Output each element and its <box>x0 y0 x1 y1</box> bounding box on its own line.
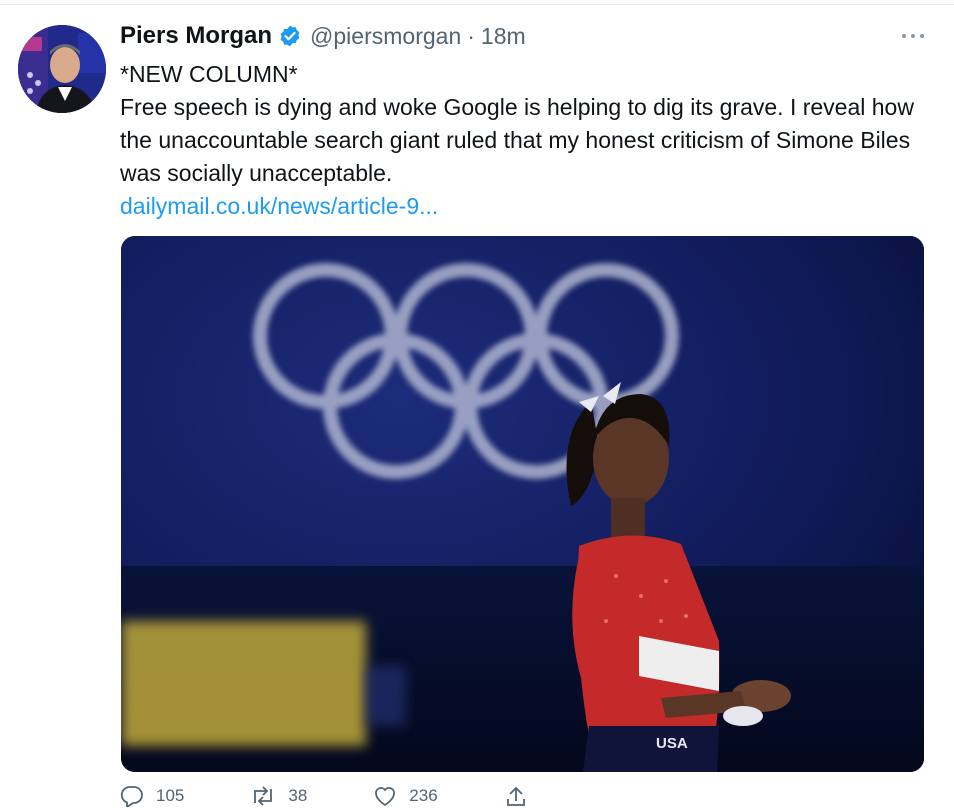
tweet-actions: 105 38 236 <box>120 784 640 808</box>
separator-dot: · <box>467 22 475 49</box>
author-name[interactable]: Piers Morgan <box>120 22 272 50</box>
share-icon <box>504 785 528 807</box>
tweet[interactable]: Piers Morgan @piersmorgan · 18m *NEW COL… <box>0 0 954 807</box>
reply-count: 105 <box>156 786 185 805</box>
tweet-header: Piers Morgan @piersmorgan · 18m <box>120 19 526 53</box>
media-overlay-text: USA <box>656 735 688 752</box>
tweet-timestamp[interactable]: 18m <box>481 23 526 50</box>
retweet-button[interactable]: 38 <box>250 785 307 807</box>
tweet-text-headline: *NEW COLUMN* <box>120 61 298 87</box>
reply-icon <box>120 785 144 807</box>
like-button[interactable]: 236 <box>373 785 438 807</box>
retweet-count: 38 <box>288 786 308 805</box>
article-link[interactable]: dailymail.co.uk/news/article-9... <box>120 193 438 219</box>
author-handle[interactable]: @piersmorgan <box>310 23 461 50</box>
more-horizontal-icon[interactable] <box>902 26 924 46</box>
tweet-media-image[interactable]: USA <box>121 236 924 772</box>
heart-icon <box>373 785 397 807</box>
retweet-icon <box>250 785 276 807</box>
avatar[interactable] <box>18 25 106 113</box>
tweet-text: Free speech is dying and woke Google is … <box>120 94 914 186</box>
share-button[interactable] <box>504 785 528 807</box>
verified-badge-icon <box>278 24 302 48</box>
tweet-body: *NEW COLUMN* Free speech is dying and wo… <box>120 58 920 223</box>
like-count: 236 <box>409 786 438 805</box>
reply-button[interactable]: 105 <box>120 785 184 807</box>
